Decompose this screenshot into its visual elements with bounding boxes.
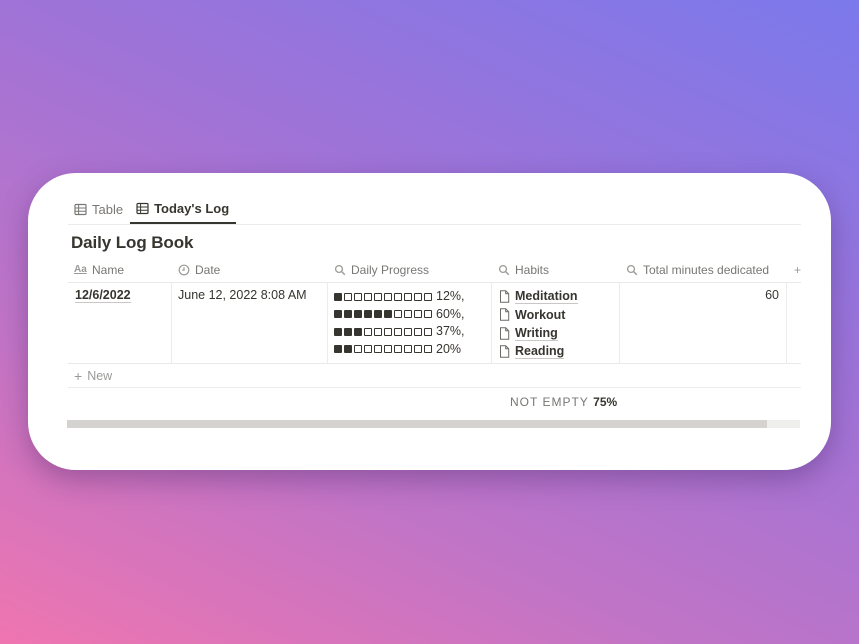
calculation-not-empty[interactable]: NOT EMPTY 75% — [510, 395, 617, 409]
progress-square-empty — [394, 345, 402, 354]
column-header-label: Name — [92, 263, 125, 277]
progress-squares — [334, 345, 432, 354]
progress-square-empty — [404, 327, 412, 336]
progress-squares — [334, 327, 432, 336]
progress-square-empty — [364, 345, 372, 354]
progress-square-empty — [354, 345, 362, 354]
progress-square-empty — [424, 292, 432, 301]
progress-square-filled — [374, 310, 382, 319]
cell-date[interactable]: June 12, 2022 8:08 AM — [172, 282, 327, 302]
progress-square-empty — [374, 345, 382, 354]
cell-name[interactable]: 12/6/2022 — [68, 282, 171, 303]
progress-square-empty — [384, 327, 392, 336]
progress-square-empty — [374, 292, 382, 301]
habit-link-meditation[interactable]: Meditation — [499, 287, 619, 306]
progress-square-filled — [334, 292, 342, 301]
progress-square-empty — [404, 310, 412, 319]
progress-square-empty — [414, 310, 422, 319]
cell-habits[interactable]: Meditation Workout Writing Reading — [492, 282, 619, 361]
table-header: Aa Name Date Daily Progress Habits Total… — [68, 258, 801, 283]
page-icon — [499, 290, 510, 303]
progress-square-empty — [384, 345, 392, 354]
progress-square-filled — [354, 327, 362, 336]
progress-square-empty — [394, 327, 402, 336]
progress-square-empty — [384, 292, 392, 301]
search-icon — [334, 264, 346, 276]
table-icon — [136, 202, 149, 215]
progress-square-empty — [364, 292, 372, 301]
plus-icon: + — [794, 263, 801, 277]
add-column-button[interactable]: + — [787, 258, 801, 282]
progress-square-empty — [424, 345, 432, 354]
progress-square-empty — [414, 327, 422, 336]
column-header-label: Total minutes dedicated — [643, 263, 770, 277]
progress-squares — [334, 292, 432, 301]
page-icon — [499, 345, 510, 358]
progress-square-filled — [364, 310, 372, 319]
progress-square-filled — [344, 310, 352, 319]
column-header-label: Daily Progress — [351, 263, 430, 277]
progress-square-empty — [424, 310, 432, 319]
column-header-date[interactable]: Date — [172, 258, 328, 282]
tab-table-label: Table — [92, 201, 124, 217]
column-header-label: Date — [195, 263, 221, 277]
table-row[interactable]: 12/6/2022 June 12, 2022 8:08 AM 12%, 60%… — [68, 282, 801, 364]
page-icon — [499, 327, 510, 340]
cell-total-minutes[interactable]: 60 — [620, 282, 786, 302]
progress-square-filled — [384, 310, 392, 319]
progress-square-empty — [424, 327, 432, 336]
calculation-row: NOT EMPTY 75% — [68, 389, 801, 415]
progress-square-empty — [394, 292, 402, 301]
progress-square-empty — [404, 292, 412, 301]
page-icon — [499, 308, 510, 321]
progress-square-empty — [414, 345, 422, 354]
column-header-name[interactable]: Aa Name — [68, 258, 172, 282]
progress-square-filled — [344, 345, 352, 354]
progress-line: 20% — [334, 341, 491, 359]
column-header-daily-progress[interactable]: Daily Progress — [328, 258, 492, 282]
progress-square-empty — [344, 292, 352, 301]
horizontal-scrollbar[interactable] — [67, 420, 800, 428]
tab-table[interactable]: Table — [68, 195, 130, 223]
progress-line: 12%, — [334, 288, 491, 306]
progress-square-empty — [374, 327, 382, 336]
add-new-row-button[interactable]: + New — [68, 364, 801, 388]
column-header-label: Habits — [515, 263, 550, 277]
column-header-habits[interactable]: Habits — [492, 258, 620, 282]
database-view: Table Today's Log Daily Log Book Aa Name — [67, 173, 801, 470]
plus-icon: + — [74, 367, 83, 384]
progress-square-empty — [364, 327, 372, 336]
clock-icon — [178, 264, 190, 276]
progress-square-filled — [354, 310, 362, 319]
new-row-label: New — [87, 368, 113, 383]
table-icon — [74, 203, 87, 216]
progress-square-filled — [344, 327, 352, 336]
habit-link-writing[interactable]: Writing — [499, 324, 619, 343]
page-title[interactable]: Daily Log Book — [71, 233, 193, 253]
text-aa-icon: Aa — [74, 264, 87, 275]
progress-squares — [334, 310, 432, 319]
progress-line: 60%, — [334, 306, 491, 324]
search-icon — [626, 264, 638, 276]
progress-square-filled — [334, 345, 342, 354]
progress-square-filled — [334, 310, 342, 319]
tab-todays-log-label: Today's Log — [154, 201, 230, 216]
progress-line: 37%, — [334, 323, 491, 341]
column-header-total-minutes[interactable]: Total minutes dedicated — [620, 258, 787, 282]
search-icon — [498, 264, 510, 276]
tab-todays-log[interactable]: Today's Log — [130, 195, 237, 224]
progress-square-empty — [414, 292, 422, 301]
progress-square-empty — [404, 345, 412, 354]
view-tabs: Table Today's Log — [68, 195, 801, 225]
habit-link-workout[interactable]: Workout — [499, 306, 619, 325]
database-card: Table Today's Log Daily Log Book Aa Name — [28, 173, 831, 470]
habit-link-reading[interactable]: Reading — [499, 343, 619, 362]
scrollbar-thumb[interactable] — [67, 420, 767, 428]
progress-square-empty — [354, 292, 362, 301]
cell-daily-progress[interactable]: 12%, 60%, 37%, 20% — [328, 282, 491, 358]
progress-square-filled — [334, 327, 342, 336]
progress-square-empty — [394, 310, 402, 319]
